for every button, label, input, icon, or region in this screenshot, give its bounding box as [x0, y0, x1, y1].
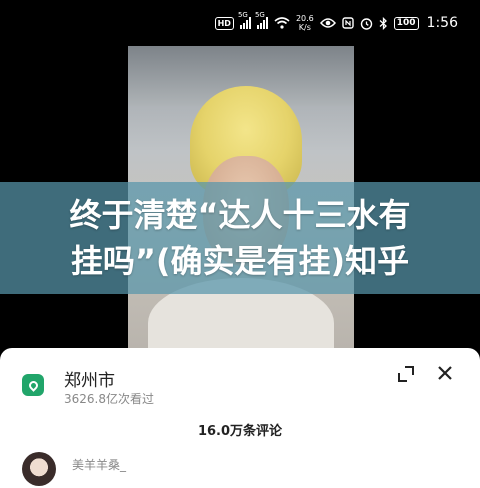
location-title[interactable]: 郑州市 — [64, 366, 115, 391]
overlay-line-1: 终于清楚“达人十三水有 — [69, 196, 411, 234]
net-speed: 20.6 K/s — [296, 14, 314, 32]
wifi-icon — [274, 17, 290, 29]
location-icon[interactable] — [22, 374, 44, 396]
nfc-icon — [342, 17, 354, 29]
expand-icon[interactable] — [396, 364, 416, 384]
battery-icon: 100 — [393, 16, 419, 30]
comment-sheet: 郑州市 3626.8亿次看过 16.0万条评论 美羊羊桑_ — [0, 348, 480, 488]
avatar[interactable] — [22, 452, 56, 486]
title-overlay: 终于清楚“达人十三水有 挂吗”(确实是有挂)知乎 — [0, 182, 480, 294]
eye-icon — [319, 17, 336, 29]
net-speed-unit: K/s — [298, 23, 311, 32]
close-icon[interactable] — [434, 362, 456, 384]
signal-label: 5G — [237, 11, 248, 19]
signal-icon: 5G — [238, 11, 251, 29]
alarm-icon — [360, 17, 373, 30]
bluetooth-icon — [379, 16, 388, 30]
overlay-line-2: 挂吗”(确实是有挂)知乎 — [70, 242, 410, 280]
views-count: 3626.8亿次看过 — [64, 392, 154, 406]
location-pin-icon — [26, 378, 40, 392]
clock: 1:56 — [426, 15, 458, 31]
comment-count: 16.0万条评论 — [197, 424, 283, 439]
signal-label-2: 5G — [254, 11, 265, 19]
signal-icon-2: 5G — [255, 11, 268, 29]
net-speed-value: 20.6 — [295, 14, 314, 23]
hd-icon: HD — [214, 16, 234, 30]
comment-username[interactable]: 美羊羊桑_ — [72, 456, 126, 473]
status-bar: HD 5G 5G 20.6 K/s 100 1:56 — [0, 0, 480, 46]
